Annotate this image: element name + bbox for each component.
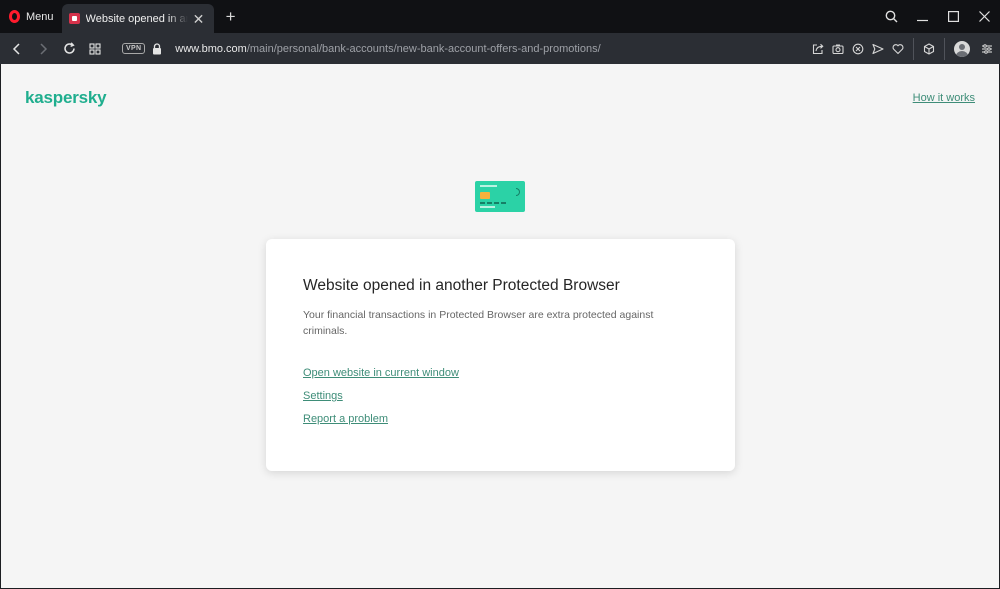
toolbar-separator	[944, 37, 945, 60]
settings-sliders-icon[interactable]	[974, 33, 1000, 64]
how-it-works-link[interactable]: How it works	[913, 92, 975, 104]
opera-logo-icon	[9, 10, 20, 23]
minimize-icon[interactable]	[907, 0, 938, 33]
maximize-icon[interactable]	[938, 0, 969, 33]
address-bar-tools	[808, 33, 1000, 64]
cube-icon[interactable]	[919, 33, 939, 64]
open-website-link[interactable]: Open website in current window	[303, 367, 459, 379]
avatar-icon[interactable]	[950, 33, 974, 64]
forward-icon[interactable]	[30, 33, 56, 64]
send-icon[interactable]	[868, 33, 888, 64]
toolbar-separator	[913, 37, 914, 60]
new-tab-button[interactable]: +	[223, 7, 239, 27]
back-icon[interactable]	[4, 33, 30, 64]
share-icon[interactable]	[808, 33, 828, 64]
vpn-badge[interactable]: VPN	[122, 43, 146, 54]
url-domain: www.bmo.com	[175, 42, 247, 55]
message-panel: Website opened in another Protected Brow…	[266, 239, 735, 471]
browser-title-bar: Menu Website opened in another Protected…	[0, 0, 1000, 34]
report-problem-link[interactable]: Report a problem	[303, 413, 388, 425]
tab-close-icon[interactable]: ✕	[192, 12, 206, 26]
lock-icon[interactable]	[152, 42, 164, 55]
settings-link[interactable]: Settings	[303, 390, 343, 402]
tab-favicon-icon	[68, 13, 80, 24]
kaspersky-logo: kaspersky	[25, 88, 107, 107]
tab-title: Website opened in another Protected Brow…	[85, 12, 188, 25]
avatar	[954, 40, 970, 57]
tab-grid-icon[interactable]	[82, 33, 108, 64]
window-controls	[876, 0, 1000, 33]
search-icon[interactable]	[876, 0, 907, 33]
panel-title: Website opened in another Protected Brow…	[303, 277, 620, 294]
panel-description: Your financial transactions in Protected…	[303, 309, 654, 337]
browser-tab-active[interactable]: Website opened in another Protected Brow…	[61, 3, 214, 34]
reload-icon[interactable]	[56, 33, 82, 64]
opera-menu-button[interactable]: Menu	[0, 0, 62, 33]
address-bar: VPN www.bmo.com/main/personal/bank-accou…	[0, 33, 1000, 64]
camera-icon[interactable]	[828, 33, 848, 64]
credit-card-icon	[475, 181, 525, 212]
heart-icon[interactable]	[888, 33, 908, 64]
url-field[interactable]: www.bmo.com/main/personal/bank-accounts/…	[175, 43, 600, 55]
menu-label: Menu	[26, 10, 54, 23]
page-content: kaspersky How it works Website opened in…	[1, 64, 999, 588]
close-window-icon[interactable]	[969, 0, 1000, 33]
url-path: /main/personal/bank-accounts/new-bank-ac…	[246, 42, 601, 55]
adblock-icon[interactable]	[848, 33, 868, 64]
